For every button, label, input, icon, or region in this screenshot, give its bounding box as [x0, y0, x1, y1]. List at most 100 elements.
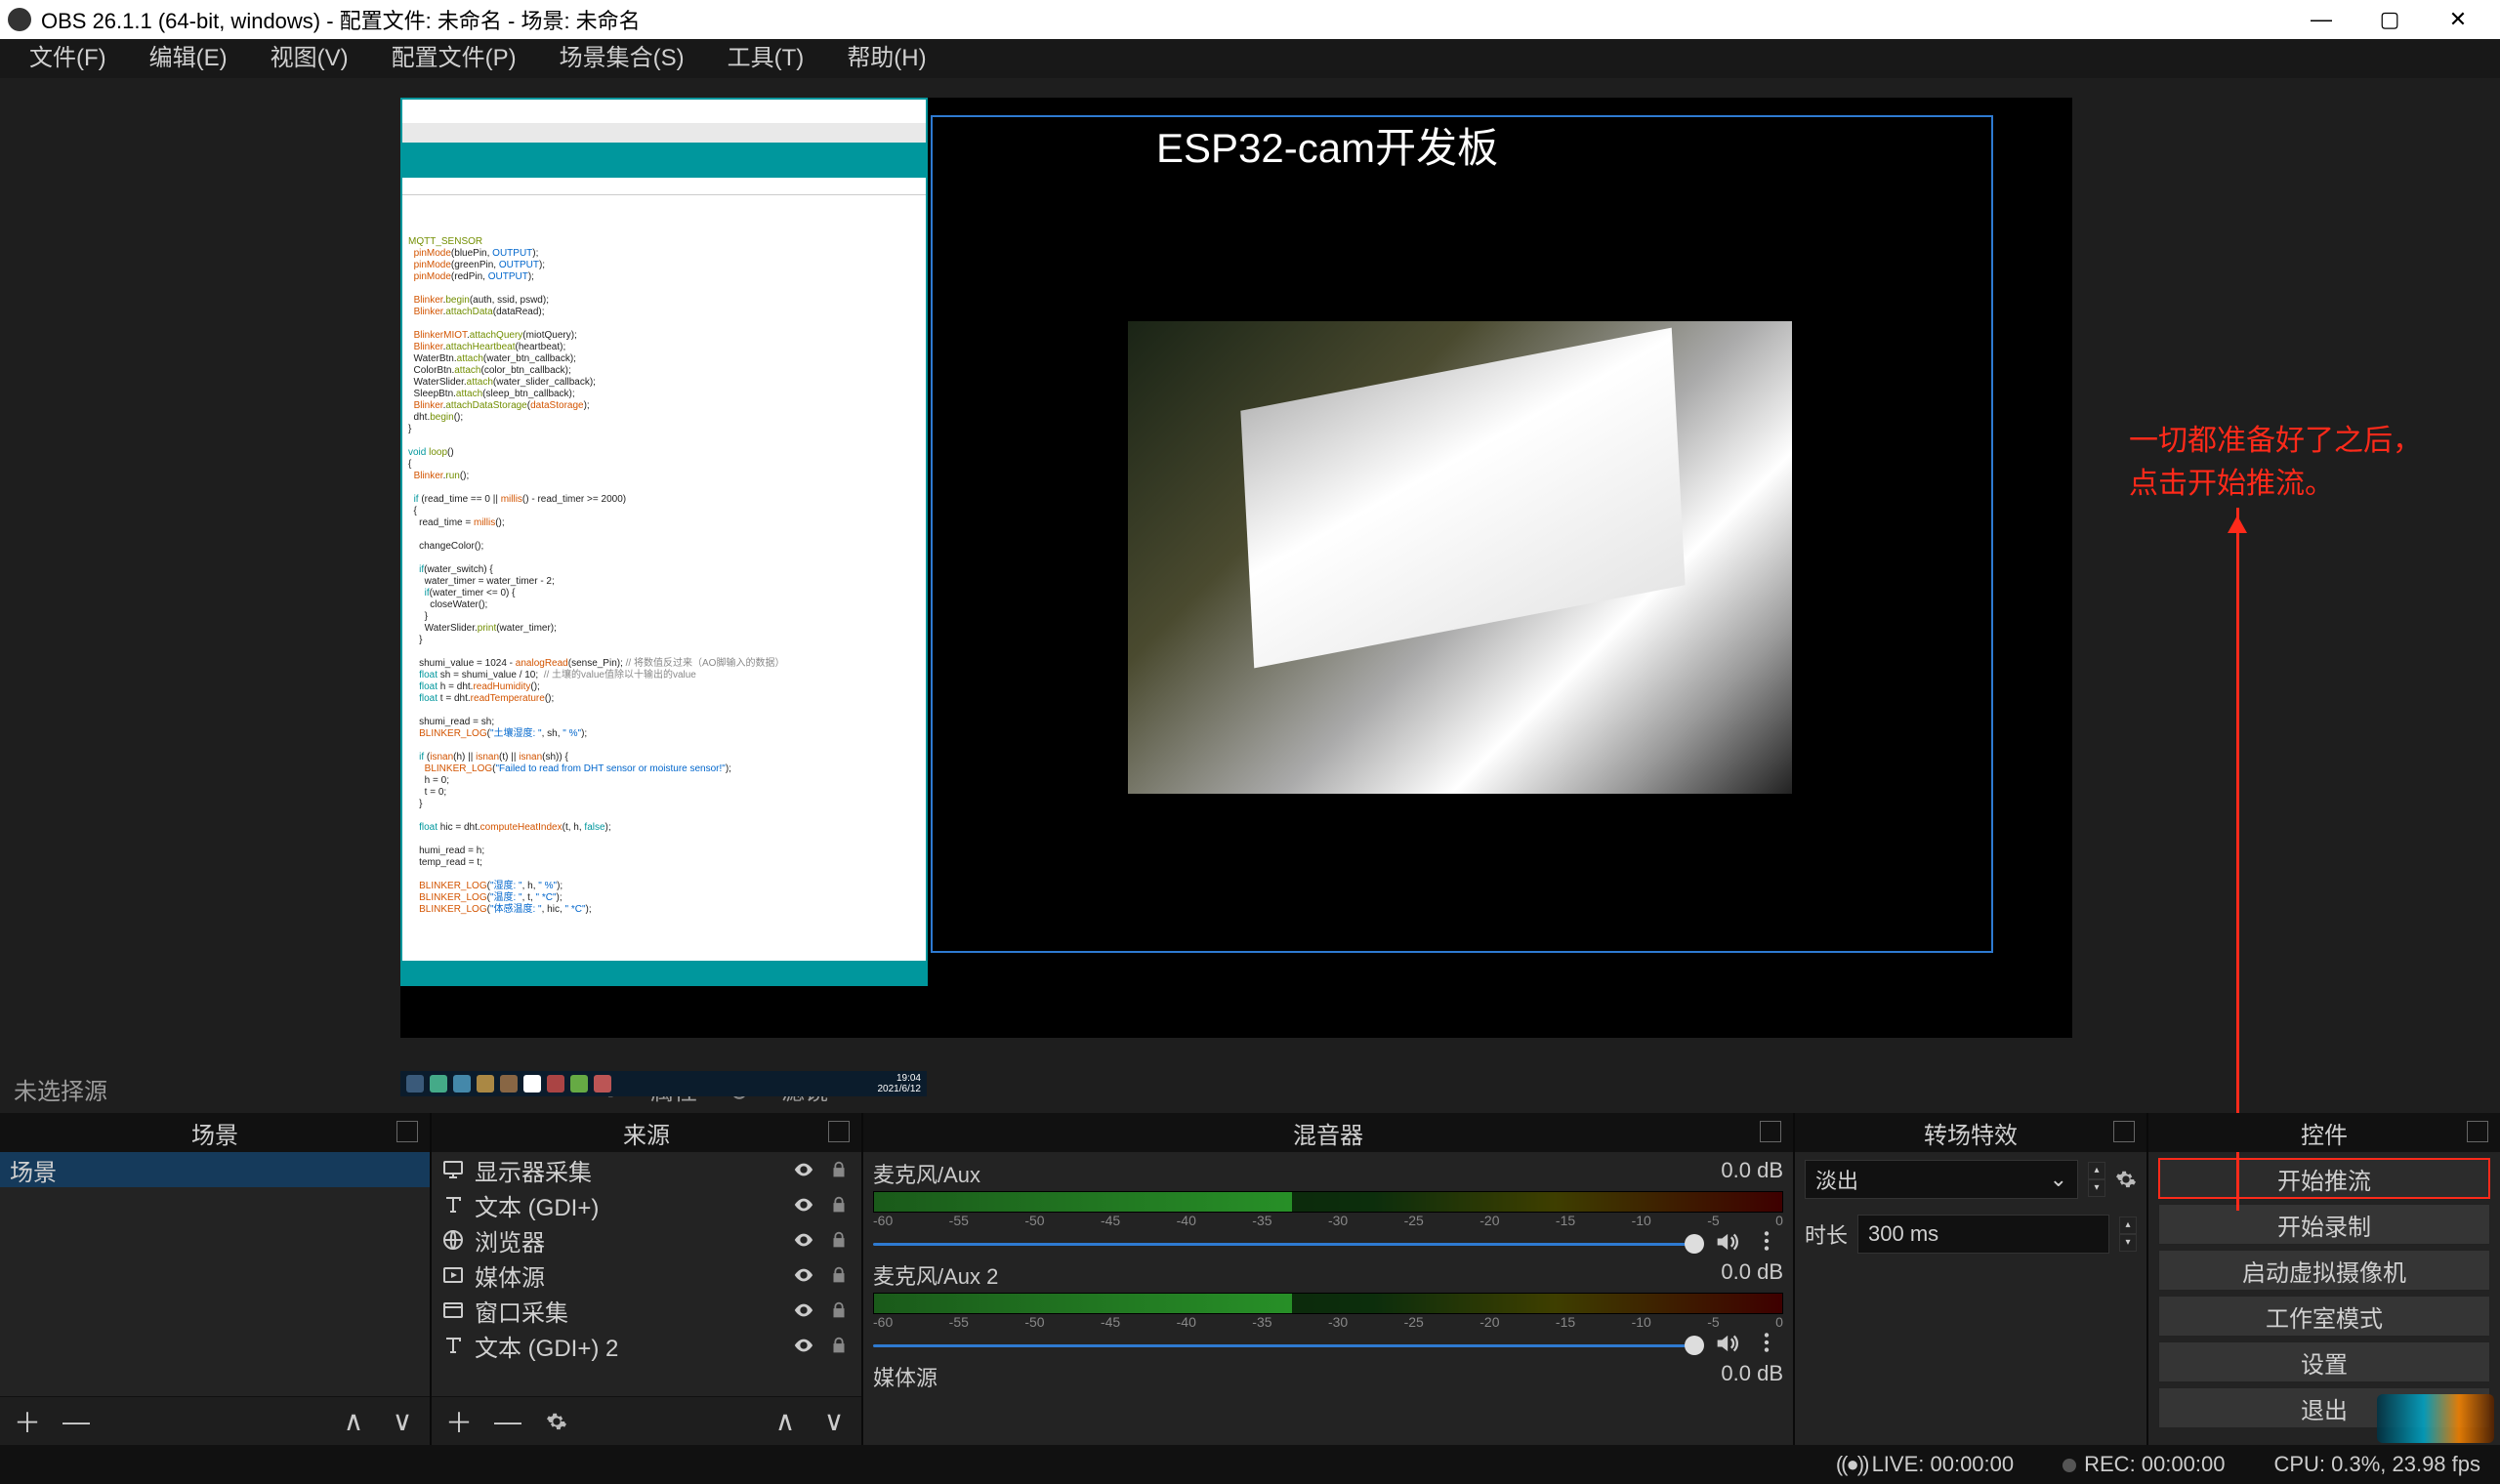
menu-profile[interactable]: 配置文件(P)	[370, 39, 538, 78]
status-bar: LIVE: 00:00:00 REC: 00:00:00 CPU: 0.3%, …	[0, 1445, 2500, 1484]
popout-icon[interactable]	[396, 1121, 418, 1142]
menu-help[interactable]: 帮助(H)	[825, 39, 947, 78]
source-up-button[interactable]: ∧	[768, 1404, 803, 1439]
mixer-track-db: 0.0 dB	[1721, 1259, 1783, 1291]
add-scene-button[interactable]: ＋	[10, 1404, 45, 1439]
popout-icon[interactable]	[2113, 1121, 2135, 1142]
sources-dock: 来源 显示器采集 文本 (GDI+) 浏览器 媒体源 窗口采集 文本 (GDI+…	[432, 1113, 861, 1445]
source-display-capture: MQTT_SENSOR pinMode(bluePin, OUTPUT); pi…	[400, 98, 928, 986]
scenes-title: 场景	[191, 1116, 238, 1150]
popout-icon[interactable]	[828, 1121, 850, 1142]
preview-area[interactable]: MQTT_SENSOR pinMode(bluePin, OUTPUT); pi…	[0, 78, 2500, 1064]
start-streaming-button[interactable]: 开始推流	[2158, 1158, 2490, 1199]
scenes-dock: 场景 场景 ＋ — ∧ ∨	[0, 1113, 430, 1445]
controls-title: 控件	[2301, 1116, 2348, 1150]
source-text-esp32: ESP32-cam开发板	[1156, 115, 1498, 175]
lock-toggle[interactable]	[826, 1333, 852, 1358]
menu-tools[interactable]: 工具(T)	[706, 39, 826, 78]
start-virtual-cam-button[interactable]: 启动虚拟摄像机	[2158, 1250, 2490, 1291]
watermark-badge	[2377, 1394, 2494, 1443]
vu-scale: -60-55-50-45-40-35-30-25-20-15-10-50	[873, 1213, 1783, 1228]
menu-view[interactable]: 视图(V)	[249, 39, 370, 78]
menubar: 文件(F) 编辑(E) 视图(V) 配置文件(P) 场景集合(S) 工具(T) …	[0, 39, 2500, 78]
source-toolbar: 未选择源 属性 滤镜	[0, 1064, 2500, 1113]
lock-toggle[interactable]	[826, 1298, 852, 1323]
window-icon	[441, 1298, 465, 1322]
spin-up[interactable]: ▴	[2088, 1162, 2105, 1179]
visibility-toggle[interactable]	[791, 1192, 816, 1217]
media-icon	[441, 1263, 465, 1287]
transitions-title: 转场特效	[1924, 1116, 2018, 1150]
lock-toggle[interactable]	[826, 1157, 852, 1182]
transition-type-select[interactable]: 淡出⌄	[1805, 1160, 2078, 1199]
lock-toggle[interactable]	[826, 1227, 852, 1253]
scene-row[interactable]: 场景	[0, 1152, 430, 1187]
speaker-icon[interactable]	[1713, 1228, 1742, 1257]
start-recording-button[interactable]: 开始录制	[2158, 1204, 2490, 1245]
visibility-toggle[interactable]	[791, 1333, 816, 1358]
close-button[interactable]: ✕	[2424, 0, 2492, 39]
annotation-arrow	[2236, 508, 2239, 1211]
mixer-track-db: 0.0 dB	[1721, 1158, 1783, 1189]
spin-down[interactable]: ▾	[2119, 1234, 2137, 1252]
status-live: LIVE: 00:00:00	[1836, 1452, 2014, 1477]
vu-meter	[873, 1191, 1783, 1213]
transition-duration-input[interactable]: 300 ms	[1857, 1215, 2109, 1254]
volume-slider[interactable]	[873, 1340, 1701, 1351]
source-row[interactable]: 文本 (GDI+)	[432, 1187, 861, 1222]
minimize-button[interactable]: —	[2287, 0, 2355, 39]
scene-down-button[interactable]: ∨	[385, 1404, 420, 1439]
captured-taskbar: 19:042021/6/12	[400, 1071, 927, 1096]
visibility-toggle[interactable]	[791, 1298, 816, 1323]
vu-scale: -60-55-50-45-40-35-30-25-20-15-10-50	[873, 1314, 1783, 1330]
studio-mode-button[interactable]: 工作室模式	[2158, 1296, 2490, 1337]
visibility-toggle[interactable]	[791, 1227, 816, 1253]
window-titlebar: OBS 26.1.1 (64-bit, windows) - 配置文件: 未命名…	[0, 0, 2500, 39]
mixer-track-db: 0.0 dB	[1721, 1361, 1783, 1392]
source-row[interactable]: 浏览器	[432, 1222, 861, 1257]
mixer-title: 混音器	[1293, 1116, 1363, 1150]
maximize-button[interactable]: ▢	[2355, 0, 2424, 39]
visibility-toggle[interactable]	[791, 1157, 816, 1182]
source-row[interactable]: 媒体源	[432, 1257, 861, 1293]
no-source-selected-label: 未选择源	[14, 1072, 107, 1106]
popout-icon[interactable]	[1760, 1121, 1781, 1142]
mixer-options-button[interactable]	[1754, 1330, 1783, 1359]
source-label: 显示器采集	[475, 1153, 592, 1187]
mixer-track-name: 媒体源	[873, 1361, 938, 1392]
spin-up[interactable]: ▴	[2119, 1216, 2137, 1234]
spin-down[interactable]: ▾	[2088, 1179, 2105, 1197]
mixer-track-name: 麦克风/Aux	[873, 1158, 980, 1189]
settings-button[interactable]: 设置	[2158, 1341, 2490, 1382]
scene-up-button[interactable]: ∧	[336, 1404, 371, 1439]
mixer-dock: 混音器 麦克风/Aux 0.0 dB -60-55-50-45-40-35-30-…	[863, 1113, 1793, 1445]
speaker-icon[interactable]	[1713, 1330, 1742, 1359]
menu-edit[interactable]: 编辑(E)	[128, 39, 249, 78]
remove-source-button[interactable]: —	[490, 1404, 525, 1439]
visibility-toggle[interactable]	[791, 1262, 816, 1288]
menu-file[interactable]: 文件(F)	[8, 39, 128, 78]
lock-toggle[interactable]	[826, 1192, 852, 1217]
popout-icon[interactable]	[2467, 1121, 2488, 1142]
volume-slider[interactable]	[873, 1238, 1701, 1250]
remove-scene-button[interactable]: —	[59, 1404, 94, 1439]
transition-settings-button[interactable]	[2115, 1169, 2137, 1190]
source-row[interactable]: 文本 (GDI+) 2	[432, 1328, 861, 1363]
annotation-text: 一切都准备好了之后，点击开始推流。	[2129, 420, 2422, 506]
source-row[interactable]: 显示器采集	[432, 1152, 861, 1187]
lock-toggle[interactable]	[826, 1262, 852, 1288]
vu-meter	[873, 1293, 1783, 1314]
source-label: 浏览器	[475, 1223, 545, 1257]
source-label: 文本 (GDI+) 2	[475, 1329, 618, 1363]
source-row[interactable]: 窗口采集	[432, 1293, 861, 1328]
menu-scene-collection[interactable]: 场景集合(S)	[538, 39, 706, 78]
globe-icon	[441, 1228, 465, 1252]
sources-title: 来源	[623, 1116, 670, 1150]
text-icon	[441, 1193, 465, 1216]
source-properties-button[interactable]	[539, 1404, 574, 1439]
window-title: OBS 26.1.1 (64-bit, windows) - 配置文件: 未命名…	[41, 4, 641, 35]
add-source-button[interactable]: ＋	[441, 1404, 477, 1439]
mixer-options-button[interactable]	[1754, 1228, 1783, 1257]
source-down-button[interactable]: ∨	[816, 1404, 852, 1439]
source-label: 文本 (GDI+)	[475, 1188, 599, 1222]
